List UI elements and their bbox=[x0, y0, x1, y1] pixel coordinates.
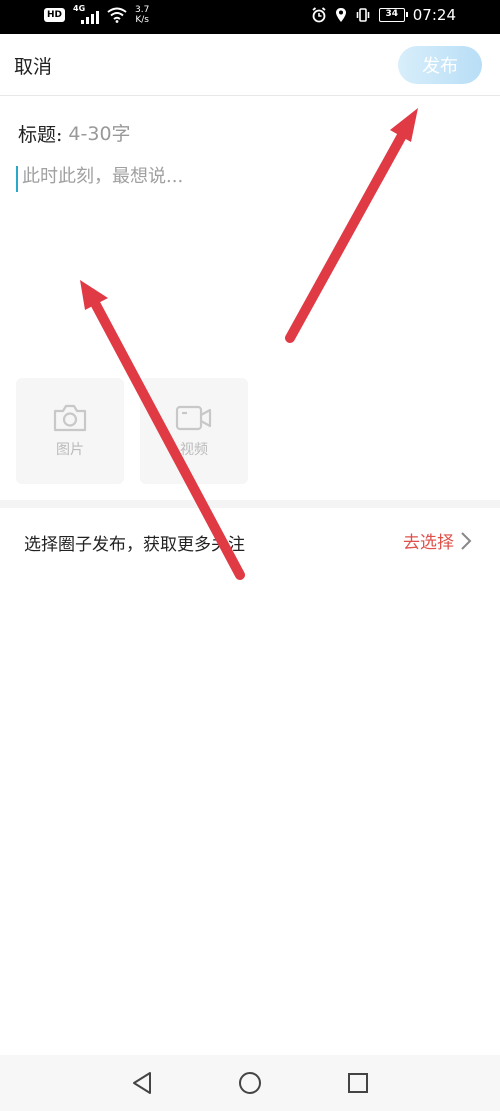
alarm-icon bbox=[312, 7, 326, 23]
network-speed: 3.7 K/s bbox=[135, 5, 149, 25]
status-right: 34 07:24 bbox=[311, 6, 456, 24]
title-row: 标题: bbox=[18, 120, 369, 147]
choose-circle-prompt: 选择圈子发布，获取更多关注 bbox=[24, 535, 245, 555]
choose-circle-link[interactable]: 去选择 bbox=[403, 528, 472, 553]
speed-unit: K/s bbox=[135, 15, 149, 25]
hd-badge: HD bbox=[44, 8, 66, 22]
top-bar: 取消 发布 bbox=[0, 34, 500, 96]
choose-circle-label: 去选择 bbox=[403, 533, 454, 553]
battery-icon: 34 bbox=[378, 8, 408, 22]
status-bar: HD 4G 3.7 K/s 34 07:24 bbox=[0, 0, 500, 34]
cancel-button[interactable]: 取消 bbox=[14, 52, 52, 79]
back-nav-button[interactable] bbox=[128, 1069, 156, 1097]
speed-value: 3.7 bbox=[135, 5, 150, 15]
section-divider bbox=[0, 500, 500, 508]
title-label: 标题: bbox=[18, 124, 63, 146]
signal-icon: 4G bbox=[73, 4, 100, 26]
video-camera-icon bbox=[175, 405, 212, 431]
camera-icon bbox=[53, 404, 87, 432]
home-circle-icon bbox=[239, 1072, 261, 1094]
choose-circle-row[interactable]: 选择圈子发布，获取更多关注 去选择 bbox=[0, 508, 500, 572]
post-editor-screen: HD 4G 3.7 K/s 34 07:24 取消 发布 标题: 4-30字 此… bbox=[0, 0, 500, 1111]
recents-square-icon bbox=[348, 1073, 368, 1093]
back-triangle-icon bbox=[133, 1072, 151, 1094]
recents-nav-button[interactable] bbox=[344, 1069, 372, 1097]
chevron-right-icon bbox=[461, 531, 472, 550]
add-photo-button[interactable]: 图片 bbox=[16, 378, 124, 484]
video-label: 视频 bbox=[180, 442, 208, 458]
wifi-icon bbox=[107, 7, 127, 23]
text-cursor bbox=[16, 166, 18, 192]
vibrate-icon bbox=[356, 8, 370, 22]
body-input[interactable] bbox=[22, 162, 472, 342]
body-area bbox=[16, 162, 476, 342]
system-nav-bar bbox=[0, 1055, 500, 1111]
add-video-button[interactable]: 视频 bbox=[140, 378, 248, 484]
location-icon bbox=[335, 8, 346, 22]
photo-label: 图片 bbox=[56, 442, 84, 458]
publish-button[interactable]: 发布 bbox=[398, 46, 482, 84]
home-nav-button[interactable] bbox=[236, 1069, 264, 1097]
title-input[interactable] bbox=[68, 122, 369, 145]
status-time: 07:24 bbox=[412, 6, 456, 24]
status-left: HD 4G 3.7 K/s bbox=[44, 4, 149, 26]
